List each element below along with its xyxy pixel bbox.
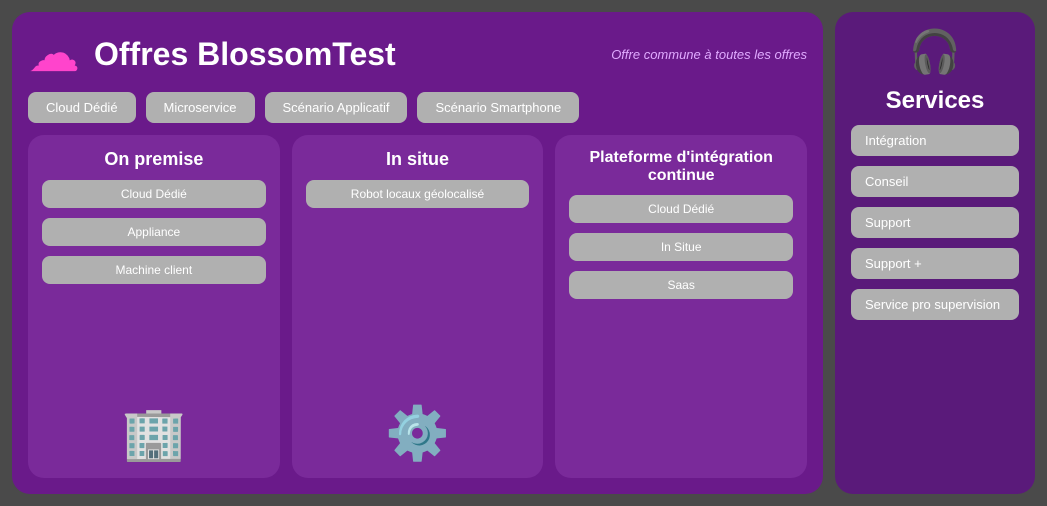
robot-icon: ⚙️	[385, 403, 450, 464]
tabs-row: Cloud Dédié Microservice Scénario Applic…	[28, 92, 807, 123]
building-icon: 🏢	[121, 403, 186, 464]
card-on-premise: On premise Cloud Dédié Appliance Machine…	[28, 135, 280, 478]
cloud-icon: ☁	[28, 28, 80, 80]
btn-robot-locaux[interactable]: Robot locaux géolocalisé	[306, 180, 530, 208]
card-in-situe-title: In situe	[386, 149, 449, 170]
service-pro-supervision[interactable]: Service pro supervision	[851, 289, 1019, 320]
tab-microservice[interactable]: Microservice	[146, 92, 255, 123]
page-subtitle: Offre commune à toutes les offres	[611, 47, 807, 62]
tab-cloud-dedie[interactable]: Cloud Dédié	[28, 92, 136, 123]
service-conseil[interactable]: Conseil	[851, 166, 1019, 197]
headset-icon: 🎧	[909, 28, 961, 77]
service-support-plus[interactable]: Support +	[851, 248, 1019, 279]
cards-row: On premise Cloud Dédié Appliance Machine…	[28, 135, 807, 478]
btn-cloud-dedie-platform[interactable]: Cloud Dédié	[569, 195, 793, 223]
service-integration[interactable]: Intégration	[851, 125, 1019, 156]
btn-appliance[interactable]: Appliance	[42, 218, 266, 246]
btn-cloud-dedie-premise[interactable]: Cloud Dédié	[42, 180, 266, 208]
card-plateforme: Plateforme d'intégration continue Cloud …	[555, 135, 807, 478]
main-area: ☁ Offres BlossomTest Offre commune à tou…	[12, 12, 823, 494]
tab-scenario-smartphone[interactable]: Scénario Smartphone	[417, 92, 579, 123]
services-panel: 🎧 Services Intégration Conseil Support S…	[835, 12, 1035, 494]
card-in-situe: In situe Robot locaux géolocalisé ⚙️	[292, 135, 544, 478]
header: ☁ Offres BlossomTest Offre commune à tou…	[28, 28, 807, 80]
btn-machine-client[interactable]: Machine client	[42, 256, 266, 284]
page-title: Offres BlossomTest	[94, 36, 396, 73]
service-support[interactable]: Support	[851, 207, 1019, 238]
btn-saas[interactable]: Saas	[569, 271, 793, 299]
btn-in-situe-platform[interactable]: In Situe	[569, 233, 793, 261]
card-on-premise-title: On premise	[104, 149, 203, 170]
services-title: Services	[886, 87, 985, 115]
tab-scenario-applicatif[interactable]: Scénario Applicatif	[265, 92, 408, 123]
card-plateforme-title: Plateforme d'intégration continue	[569, 149, 793, 185]
